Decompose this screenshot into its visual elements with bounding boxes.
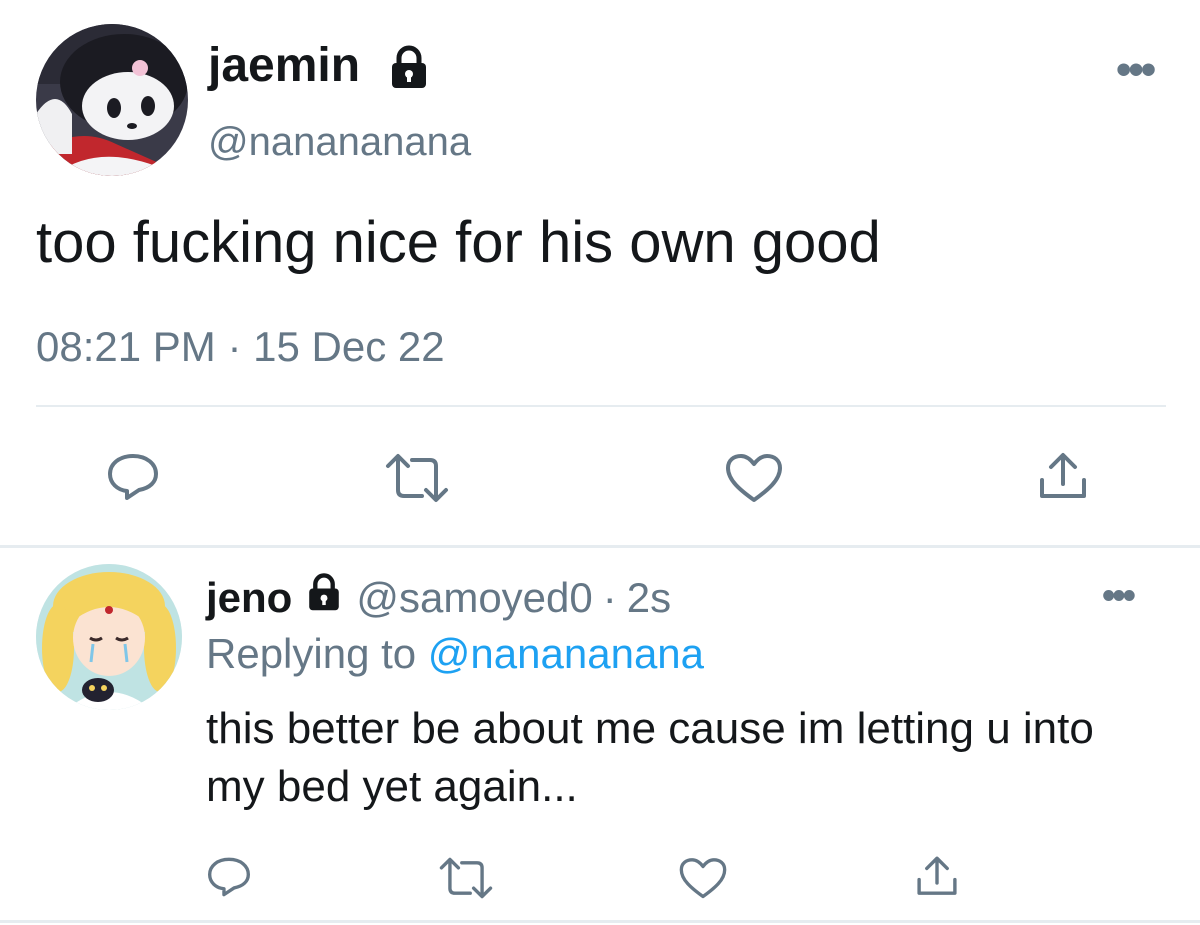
lock-icon bbox=[386, 44, 432, 95]
reply-text: this better be about me cause im letting… bbox=[206, 704, 1094, 811]
retweet-icon[interactable] bbox=[382, 452, 452, 504]
comment-icon[interactable] bbox=[206, 856, 252, 898]
retweet-icon[interactable] bbox=[436, 856, 496, 900]
more-options-button[interactable]: ••• bbox=[1102, 577, 1136, 615]
divider bbox=[36, 405, 1166, 407]
reply-avatar[interactable] bbox=[36, 564, 182, 710]
replying-to-link[interactable]: @nanananana bbox=[428, 630, 704, 677]
reply-header: jeno @samoyed0 · 2s bbox=[206, 572, 671, 624]
heart-icon[interactable] bbox=[724, 452, 784, 506]
tweet-date: 15 Dec 22 bbox=[253, 323, 445, 370]
replying-to-label: Replying to bbox=[206, 630, 417, 677]
main-tweet-avatar[interactable] bbox=[36, 24, 188, 176]
main-tweet-timestamp: 08:21 PM · 15 Dec 22 bbox=[36, 320, 445, 374]
comment-icon[interactable] bbox=[106, 452, 160, 502]
main-tweet-display-name[interactable]: jaemin bbox=[208, 38, 360, 94]
reply-handle[interactable]: @samoyed0 bbox=[356, 572, 592, 624]
share-icon[interactable] bbox=[1036, 450, 1090, 504]
replying-to-line: Replying to @nanananana bbox=[206, 628, 704, 680]
timestamp-separator: · bbox=[227, 323, 242, 370]
more-options-button[interactable]: ••• bbox=[1116, 48, 1156, 92]
share-icon[interactable] bbox=[914, 854, 960, 900]
reply-time[interactable]: 2s bbox=[627, 572, 671, 624]
header-separator: · bbox=[602, 574, 617, 621]
main-tweet-text: too fucking nice for his own good bbox=[36, 210, 881, 275]
heart-icon[interactable] bbox=[678, 856, 728, 902]
divider bbox=[0, 545, 1200, 548]
main-tweet-handle[interactable]: @nanananana bbox=[208, 118, 471, 166]
tweet-time: 08:21 PM bbox=[36, 323, 216, 370]
divider bbox=[0, 920, 1200, 923]
lock-icon bbox=[304, 572, 344, 624]
reply-display-name[interactable]: jeno bbox=[206, 572, 292, 624]
